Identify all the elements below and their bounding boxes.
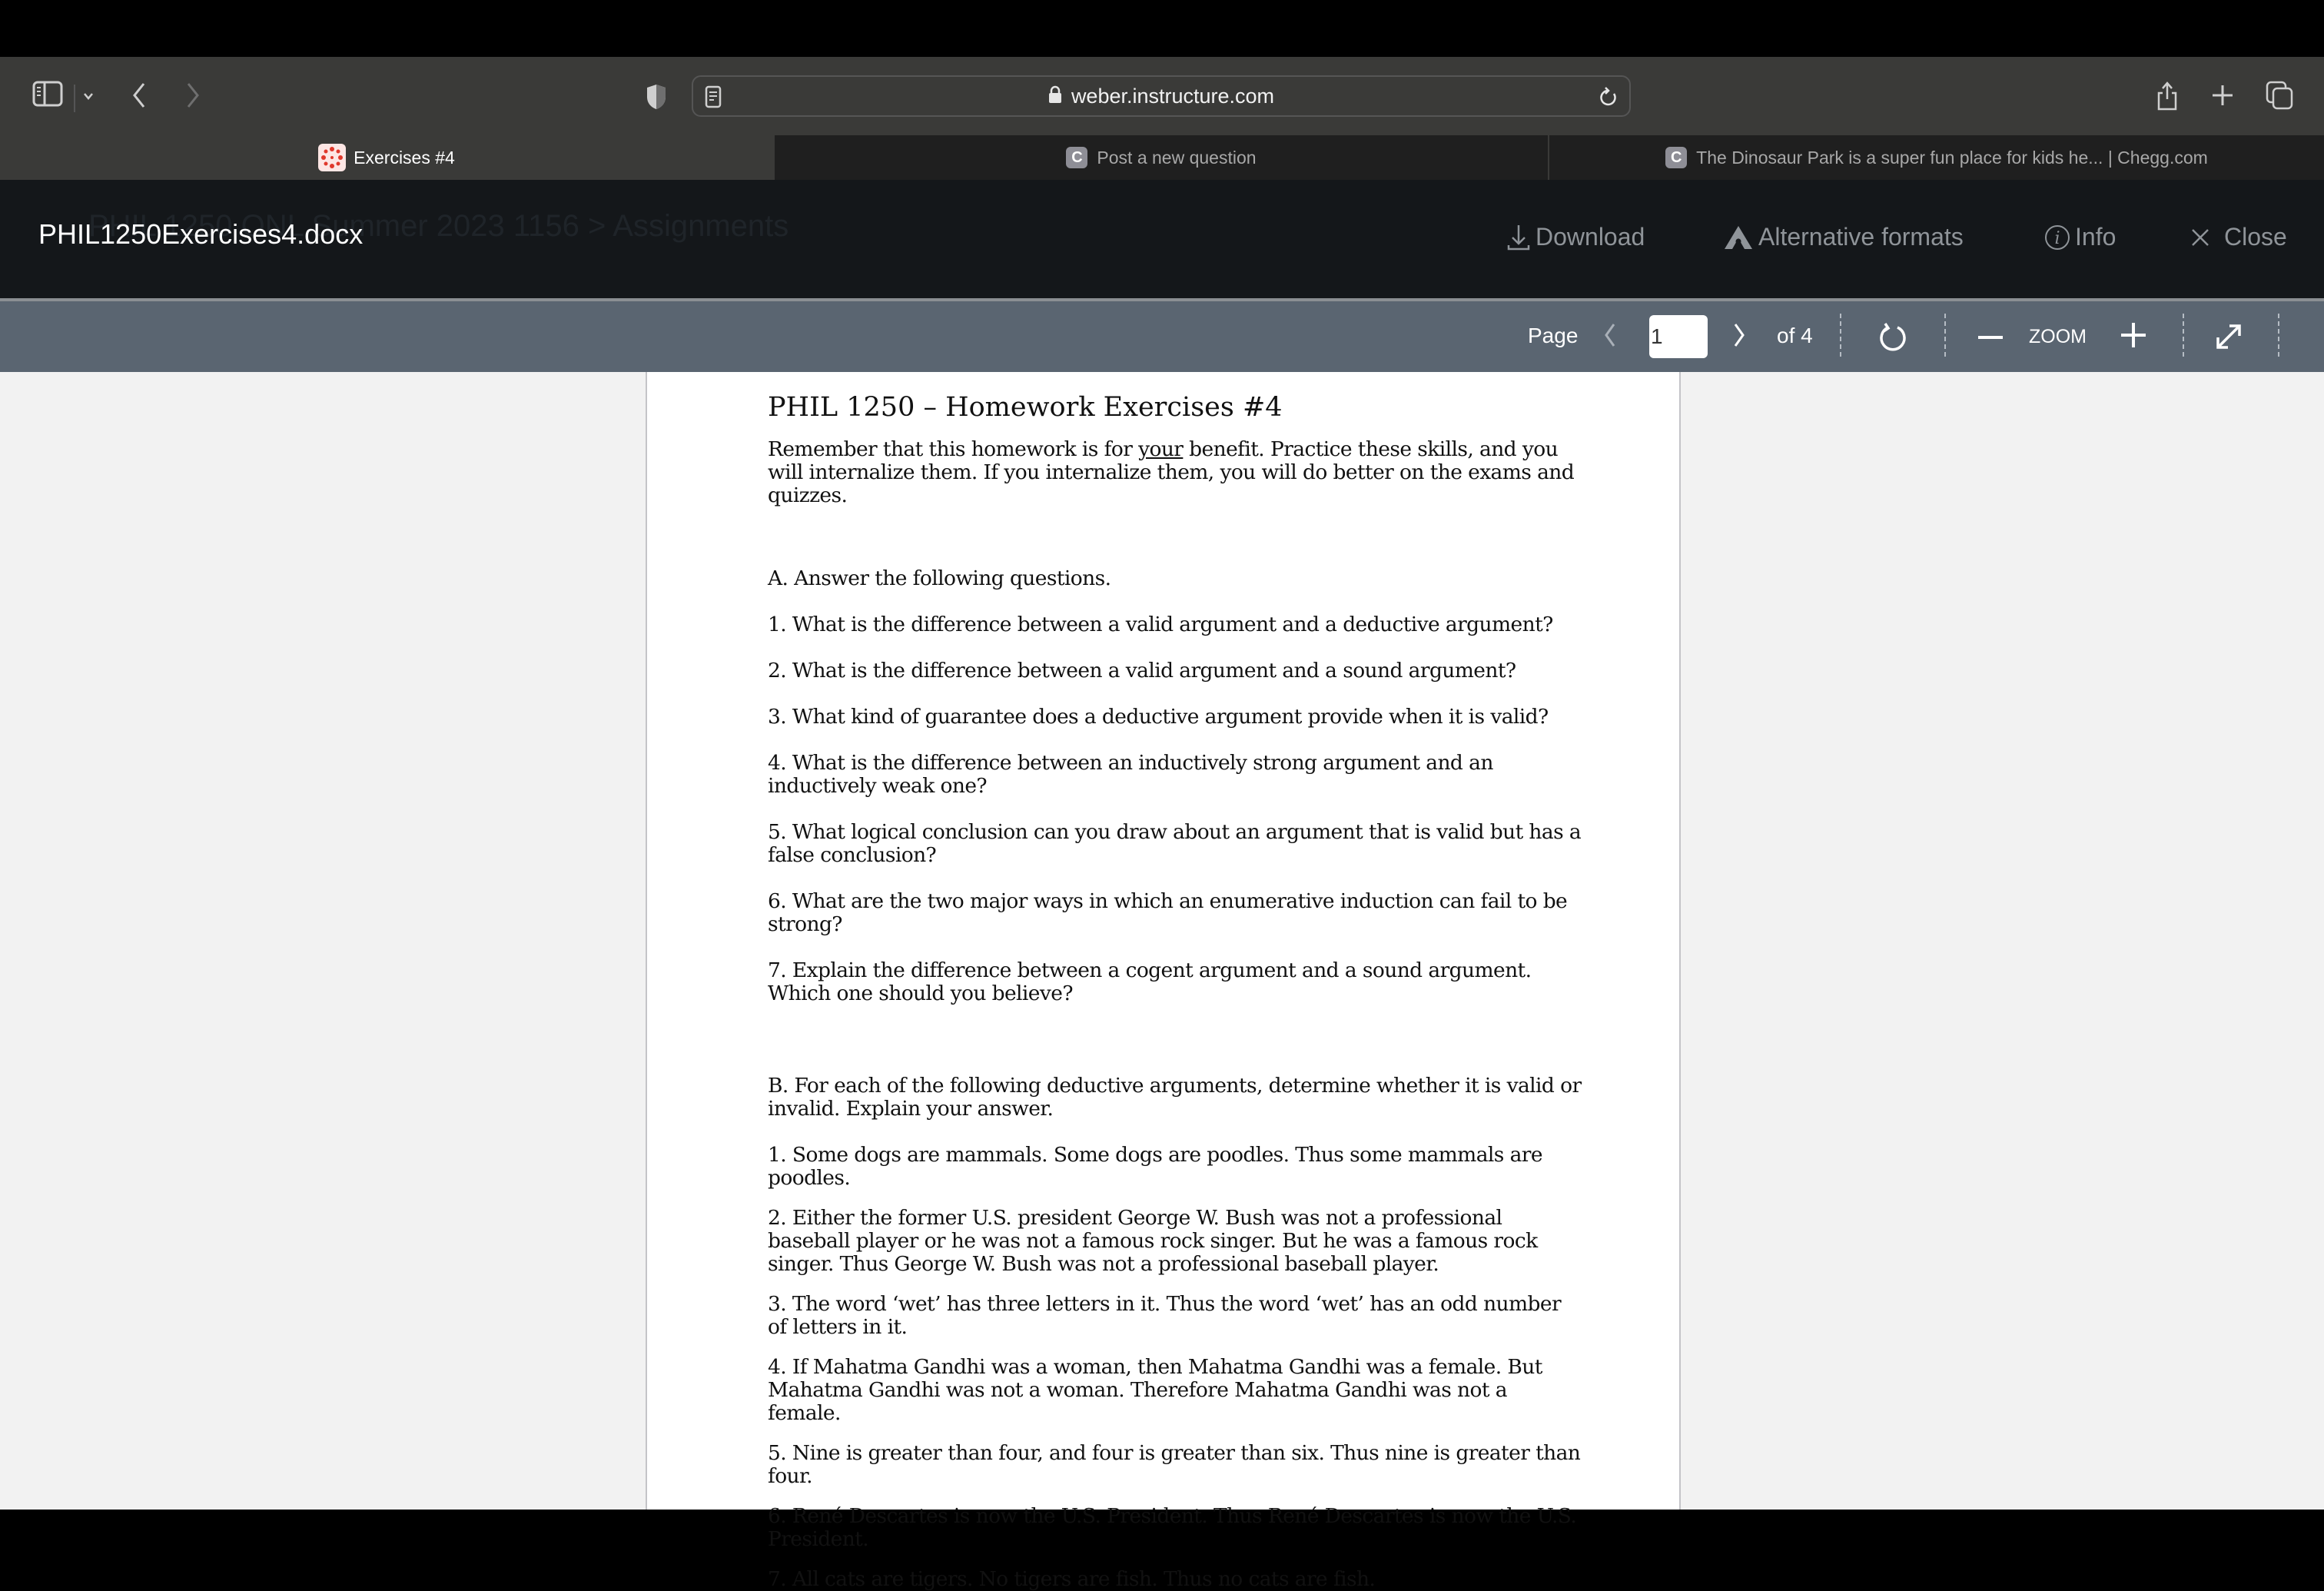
section-b-heading: B. For each of the following deductive a… (768, 1074, 1582, 1121)
chegg-c-icon: C (1665, 147, 1688, 168)
download-button[interactable]: Download (1506, 223, 1645, 251)
tab-label: Exercises #4 (354, 147, 455, 168)
argument-item: 2. Either the former U.S. president Geor… (768, 1206, 1538, 1276)
minus-icon (1978, 336, 2003, 339)
question-item: 1. What is the difference between a vali… (768, 613, 1553, 636)
argument-item: 4. If Mahatma Gandhi was a woman, then M… (768, 1355, 1542, 1425)
chevron-down-icon[interactable] (80, 86, 97, 106)
tab-overview-icon[interactable] (2263, 78, 2296, 112)
next-page-button[interactable] (1728, 318, 1751, 352)
zoom-out-button[interactable] (1975, 323, 2006, 354)
plus-icon (2121, 323, 2146, 347)
accessibility-a-icon (1723, 224, 1754, 251)
question-item: 3. What kind of guarantee does a deducti… (768, 705, 1549, 729)
intro-paragraph: Remember that this homework is for your … (768, 438, 1582, 507)
tab-label: The Dinosaur Park is a super fun place f… (1696, 147, 2208, 168)
question-item: 5. What logical conclusion can you draw … (768, 820, 1582, 867)
download-label: Download (1536, 223, 1645, 251)
chegg-c-icon: C (1066, 147, 1088, 168)
close-label: Close (2224, 223, 2287, 251)
canvas-logo-icon (318, 144, 347, 171)
address-bar[interactable]: weber.instructure.com (692, 75, 1631, 117)
info-button[interactable]: i Info (2044, 223, 2116, 251)
new-tab-icon[interactable] (2207, 80, 2238, 111)
share-icon[interactable] (2152, 77, 2183, 115)
argument-item: 7. All cats are tigers. No tigers are fi… (768, 1567, 1376, 1591)
chevron-left-icon (1605, 324, 1615, 347)
forward-icon[interactable] (181, 78, 204, 112)
expand-icon (2216, 324, 2241, 349)
previous-page-button[interactable] (1599, 318, 1622, 352)
back-icon[interactable] (128, 78, 151, 112)
alternative-formats-button[interactable]: Alternative formats (1723, 223, 1964, 251)
argument-item: 1. Some dogs are mammals. Some dogs are … (768, 1143, 1543, 1190)
close-icon (2190, 228, 2210, 247)
privacy-shield-icon[interactable] (641, 80, 672, 114)
rotate-button[interactable] (1874, 318, 1912, 357)
section-a-heading: A. Answer the following questions. (768, 566, 1111, 590)
menu-bar-area (0, 0, 2324, 57)
info-icon: i (2044, 224, 2070, 251)
toolbar-divider (74, 85, 75, 112)
intro-text: Remember that this homework is for (768, 437, 1139, 461)
document-content: PHIL 1250 – Homework Exercises #4 Rememb… (768, 390, 1582, 1591)
tab-label: Post a new question (1097, 147, 1257, 168)
question-item: 2. What is the difference between a vali… (768, 659, 1516, 683)
url-text: weber.instructure.com (1071, 84, 1275, 108)
tab-chegg-dinosaur-park[interactable]: C The Dinosaur Park is a super fun place… (1548, 135, 2324, 180)
page-label: Page (1528, 324, 1579, 347)
file-name-title: PHIL1250Exercises4.docx (38, 218, 364, 250)
reload-icon[interactable] (1599, 86, 1618, 113)
rotate-icon (1880, 323, 1906, 351)
question-item: 7. Explain the difference between a coge… (768, 958, 1532, 1005)
alternative-formats-label: Alternative formats (1758, 223, 1964, 251)
control-separator (1944, 314, 1946, 357)
svg-text:i: i (2054, 229, 2060, 248)
argument-item: 5. Nine is greater than four, and four i… (768, 1441, 1581, 1488)
zoom-label: ZOOM (2029, 325, 2087, 347)
page-count: of 4 (1777, 324, 1813, 347)
tab-post-new-question[interactable]: C Post a new question (773, 135, 1548, 180)
question-item: 6. What are the two major ways in which … (768, 889, 1568, 936)
zoom-in-button[interactable] (2118, 320, 2149, 350)
document-title: PHIL 1250 – Homework Exercises #4 (768, 392, 1283, 423)
reader-mode-icon[interactable] (704, 85, 722, 113)
download-icon (1506, 224, 1531, 251)
argument-item: 3. The word ‘wet’ has three letters in i… (768, 1292, 1562, 1339)
control-separator (2278, 314, 2279, 357)
chevron-right-icon (1734, 324, 1745, 347)
lock-icon (1048, 85, 1062, 108)
close-button[interactable]: Close (2190, 223, 2287, 251)
sidebar-toggle-icon[interactable] (31, 78, 65, 109)
argument-item: 6. René Descartes is now the U.S. Presid… (768, 1504, 1577, 1551)
current-page-input[interactable] (1649, 315, 1708, 358)
control-separator (1840, 314, 1841, 357)
tab-exercises-4[interactable]: Exercises #4 (0, 135, 773, 180)
info-label: Info (2075, 223, 2116, 251)
fullscreen-button[interactable] (2210, 318, 2247, 355)
control-separator (2183, 314, 2184, 357)
question-item: 4. What is the difference between an ind… (768, 751, 1493, 798)
intro-underlined-word: your (1138, 437, 1184, 461)
